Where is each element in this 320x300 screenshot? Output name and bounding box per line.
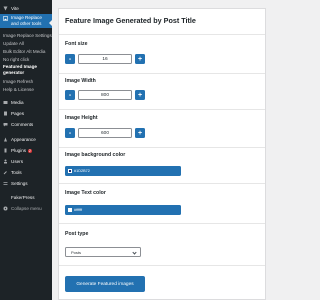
submenu-item[interactable]: Image Replace Settings: [0, 31, 52, 39]
featured-image-settings-panel: Feature Image Generated by Post Title Fo…: [58, 8, 266, 300]
tools-icon: [3, 170, 8, 175]
image-width-decrement-button[interactable]: -: [65, 90, 75, 100]
sidebar-item-tools[interactable]: Tools: [0, 167, 52, 178]
font-size-increment-button[interactable]: +: [135, 54, 145, 64]
color-swatch: [68, 208, 72, 212]
sidebar-item-label: Image Replace and other tools: [11, 15, 42, 26]
image-width-increment-button[interactable]: +: [135, 90, 145, 100]
background-color-value: #1D2B72: [74, 169, 90, 173]
divider: [59, 147, 265, 148]
text-color-value: #ffffff: [74, 208, 83, 212]
submenu-item[interactable]: Update All: [0, 39, 52, 47]
plugins-icon: [3, 148, 8, 153]
users-icon: [3, 159, 8, 164]
settings-icon: [3, 181, 8, 186]
post-type-label: Post type: [65, 231, 89, 237]
post-type-selected-value: Posts: [71, 249, 82, 255]
image-height-increment-button[interactable]: +: [135, 128, 145, 138]
collapse-menu-button[interactable]: Collapse menu: [0, 203, 52, 214]
text-color-picker[interactable]: #ffffff: [65, 205, 181, 215]
background-color-label: Image background color: [65, 152, 126, 158]
sidebar-item-label: Vite: [11, 5, 19, 11]
sidebar-item-vite[interactable]: Vite: [0, 4, 52, 12]
appearance-icon: [3, 137, 8, 142]
admin-sidebar: Vite Image Replace and other tools Image…: [0, 0, 52, 300]
collapse-icon: [3, 206, 8, 211]
divider: [59, 223, 265, 224]
current-indicator: [49, 20, 52, 26]
submenu-item[interactable]: Help & License: [0, 85, 52, 93]
plugin-icon: [3, 6, 8, 11]
sidebar-item-pages[interactable]: Pages: [0, 108, 52, 119]
sidebar-item-fakerpress[interactable]: FakerPress: [0, 192, 52, 203]
image-height-stepper: - 600 +: [65, 128, 145, 138]
sidebar-item-settings[interactable]: Settings: [0, 178, 52, 189]
divider: [59, 183, 265, 184]
font-size-decrement-button[interactable]: -: [65, 54, 75, 64]
divider: [59, 265, 265, 266]
media-icon: [3, 100, 8, 105]
generate-featured-images-button[interactable]: Generate Featured images: [65, 276, 145, 292]
comments-icon: [3, 122, 8, 127]
sidebar-item-users[interactable]: Users: [0, 156, 52, 167]
text-color-label: Image Text color: [65, 190, 106, 196]
update-count-badge: 2: [27, 148, 33, 153]
sidebar-item-media[interactable]: Media: [0, 97, 52, 108]
font-size-stepper: - 16 +: [65, 54, 145, 64]
submenu-item[interactable]: Image Refresh: [0, 77, 52, 85]
color-swatch: [68, 169, 72, 173]
font-size-label: Font size: [65, 41, 88, 47]
image-height-label: Image Height: [65, 115, 98, 121]
image-width-stepper: - 800 +: [65, 90, 145, 100]
sidebar-item-image-replace[interactable]: Image Replace and other tools: [0, 14, 52, 28]
sidebar-item-appearance[interactable]: Appearance: [0, 134, 52, 145]
page-title: Feature Image Generated by Post Title: [65, 16, 196, 25]
divider: [59, 73, 265, 74]
image-height-decrement-button[interactable]: -: [65, 128, 75, 138]
divider: [59, 34, 265, 35]
image-width-label: Image Width: [65, 78, 96, 84]
submenu-item[interactable]: No right click: [0, 55, 52, 63]
post-type-select[interactable]: Posts: [65, 247, 141, 257]
image-width-input[interactable]: 800: [78, 90, 132, 100]
image-height-input[interactable]: 600: [78, 128, 132, 138]
sidebar-item-plugins[interactable]: Plugins 2: [0, 145, 52, 156]
font-size-input[interactable]: 16: [78, 54, 132, 64]
image-icon: [3, 16, 8, 21]
chevron-down-icon: [132, 249, 137, 255]
pages-icon: [3, 111, 8, 116]
submenu-item-featured-image[interactable]: Featured Image generator: [0, 63, 52, 76]
submenu-item[interactable]: Bulk Editor Alt Media: [0, 47, 52, 55]
divider: [59, 109, 265, 110]
background-color-picker[interactable]: #1D2B72: [65, 166, 181, 176]
sidebar-item-comments[interactable]: Comments: [0, 119, 52, 130]
